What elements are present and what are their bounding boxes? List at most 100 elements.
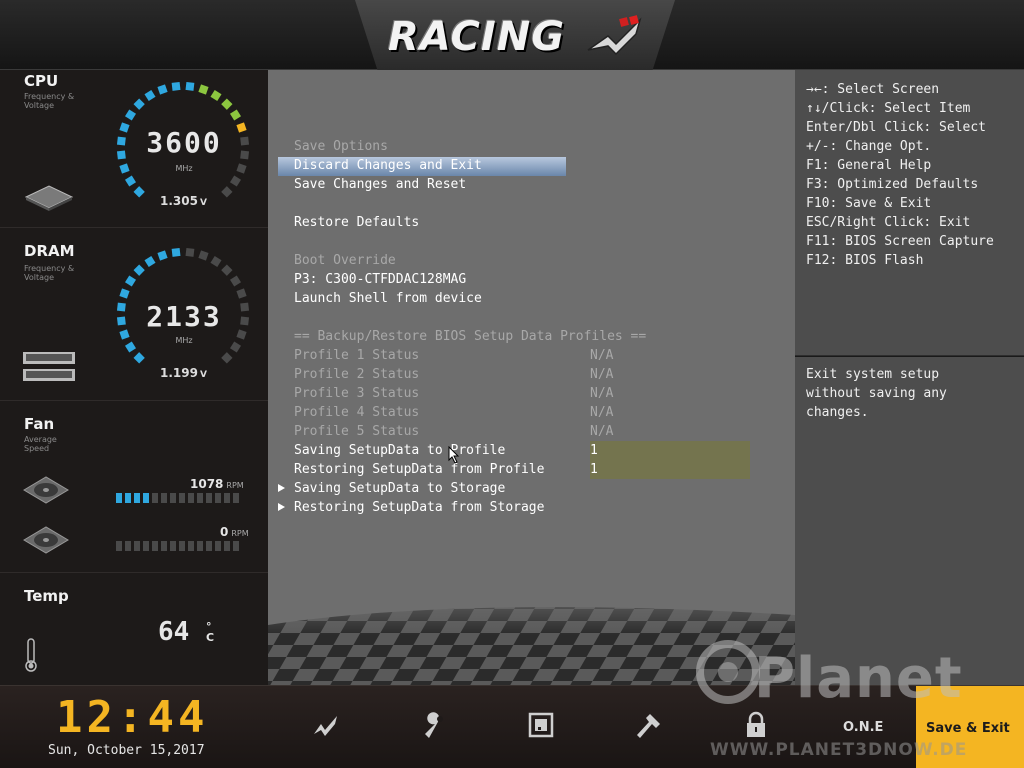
one-tab[interactable]: O.N.E xyxy=(843,720,883,735)
cpu-chip-icon xyxy=(24,185,74,211)
gauge-segment xyxy=(157,84,168,95)
description-line: changes. xyxy=(806,405,869,420)
menu-item-label: Profile 1 Status xyxy=(294,348,420,363)
menu-item-value[interactable]: 1 xyxy=(590,441,598,460)
exit-settings-panel: Save Options Discard Changes and Exit Save… xyxy=(268,70,795,685)
gauge-segment xyxy=(221,264,233,276)
fan-2-rpm: 0 RPM xyxy=(220,525,249,539)
menu-item-label: Saving SetupData to Storage xyxy=(294,481,506,496)
fan-speed-bar xyxy=(188,541,194,551)
menu-item-value: N/A xyxy=(590,348,614,363)
help-key-line: ↑↓/Click: Select Item xyxy=(806,101,971,116)
menu-item[interactable]: Launch Shell from device xyxy=(278,289,778,308)
gauge-segment xyxy=(124,109,137,121)
fan-speed-bar xyxy=(233,493,239,503)
save-exit-tab[interactable]: Save & Exit xyxy=(916,686,1024,768)
menu-item-label: Saving SetupData to Profile xyxy=(294,443,506,458)
menu-item[interactable]: P3: C300-CTFDDAC128MAG xyxy=(278,270,778,289)
menu-item[interactable]: Discard Changes and Exit xyxy=(278,156,778,175)
menu-item-label: Restoring SetupData from Storage xyxy=(294,500,545,515)
fan-speed-bar xyxy=(116,541,122,551)
fan-speed-bar xyxy=(143,493,149,503)
fan-1-rpm: 1078 RPM xyxy=(190,477,244,491)
description-line: without saving any xyxy=(806,386,947,401)
help-key-line: ESC/Right Click: Exit xyxy=(806,215,971,230)
dram-subtitle: Frequency & Voltage xyxy=(24,264,75,282)
menu-item-label: Restoring SetupData from Profile xyxy=(294,462,545,477)
menu-item-label: Boot Override xyxy=(294,253,396,268)
lock-icon[interactable] xyxy=(741,710,771,740)
gauge-segment xyxy=(185,81,195,91)
fan-speed-bar xyxy=(125,541,131,551)
fan-2-icon xyxy=(23,526,69,554)
logo-flag-icon xyxy=(587,15,642,56)
menu-item-value: N/A xyxy=(590,386,614,401)
menu-item: Profile 2 Status N/A xyxy=(278,365,778,384)
gauge-segment xyxy=(210,89,222,102)
menu-item[interactable]: Saving SetupData to Storage xyxy=(278,479,778,498)
gauge-segment xyxy=(171,81,181,91)
menu-item: == Backup/Restore BIOS Setup Data Profil… xyxy=(278,327,778,346)
cpu-subtitle: Frequency & Voltage xyxy=(24,92,75,110)
menu-item-label: == Backup/Restore BIOS Setup Data Profil… xyxy=(294,329,647,344)
gauge-segment xyxy=(157,250,168,261)
fan-speed-bar xyxy=(233,541,239,551)
menu-item[interactable]: Restoring SetupData from Profile 1 xyxy=(278,460,778,479)
fan-speed-bar xyxy=(215,493,221,503)
menu-item: Profile 3 Status N/A xyxy=(278,384,778,403)
checkered-flag-background xyxy=(268,585,795,685)
menu-item: Profile 1 Status N/A xyxy=(278,346,778,365)
gauge-segment xyxy=(221,352,233,364)
overclocking-flag-icon[interactable] xyxy=(311,710,341,740)
menu-item-label: Save Changes and Reset xyxy=(294,177,467,192)
gauge-segment xyxy=(229,109,242,121)
wrench-icon[interactable] xyxy=(419,710,449,740)
fan-speed-bar xyxy=(224,493,230,503)
fan-speed-bar xyxy=(116,493,122,503)
menu-item: Save Options xyxy=(278,137,778,156)
menu-item-value[interactable]: 1 xyxy=(590,460,598,479)
temp-value: 64 xyxy=(158,617,190,647)
cpu-section: CPU Frequency & Voltage 3600 MHz 1.305 V xyxy=(0,70,268,228)
menu-item-label: Discard Changes and Exit xyxy=(294,158,482,173)
gauge-segment xyxy=(133,352,145,364)
gauge-segment xyxy=(198,250,209,261)
fan-speed-bar xyxy=(143,541,149,551)
menu-item-label: Profile 3 Status xyxy=(294,386,420,401)
submenu-arrow-icon xyxy=(278,503,285,511)
gauge-segment xyxy=(185,247,195,257)
fan-speed-bar xyxy=(206,493,212,503)
menu-item: Profile 5 Status N/A xyxy=(278,422,778,441)
help-key-line: F3: Optimized Defaults xyxy=(806,177,979,192)
menu-item: Profile 4 Status N/A xyxy=(278,403,778,422)
fan-1-speed-bars xyxy=(116,493,239,503)
clock-date: Sun, October 15,2017 xyxy=(48,743,205,758)
fan-speed-bar xyxy=(134,493,140,503)
menu-item-label: Save Options xyxy=(294,139,388,154)
menu-item[interactable]: Saving SetupData to Profile 1 xyxy=(278,441,778,460)
menu-item[interactable]: Restoring SetupData from Storage xyxy=(278,498,778,517)
chipset-icon[interactable] xyxy=(526,710,556,740)
menu-item-label: Profile 4 Status xyxy=(294,405,420,420)
menu-item[interactable]: Save Changes and Reset xyxy=(278,175,778,194)
fan-speed-bar xyxy=(161,541,167,551)
gauge-segment xyxy=(133,264,145,276)
help-key-line: +/-: Change Opt. xyxy=(806,139,932,154)
gauge-segment xyxy=(124,175,137,187)
dram-title: DRAM xyxy=(24,242,75,260)
fan-speed-bar xyxy=(215,541,221,551)
gauge-segment xyxy=(133,186,145,198)
help-key-line: F12: BIOS Flash xyxy=(806,253,924,268)
gauge-segment xyxy=(236,288,247,299)
hammer-icon[interactable] xyxy=(634,710,664,740)
key-help-panel: →←: Select Screen ↑↓/Click: Select Item En… xyxy=(795,70,1024,356)
help-key-line: →←: Select Screen xyxy=(806,82,940,97)
gauge-segment xyxy=(221,98,233,110)
temp-title: Temp xyxy=(24,587,69,605)
menu-item-value: N/A xyxy=(590,367,614,382)
help-key-line: F10: Save & Exit xyxy=(806,196,932,211)
dram-frequency-value: 2133 xyxy=(146,300,222,333)
fan-title: Fan xyxy=(24,415,55,433)
menu-item[interactable]: Restore Defaults xyxy=(278,213,778,232)
fan-speed-bar xyxy=(170,493,176,503)
